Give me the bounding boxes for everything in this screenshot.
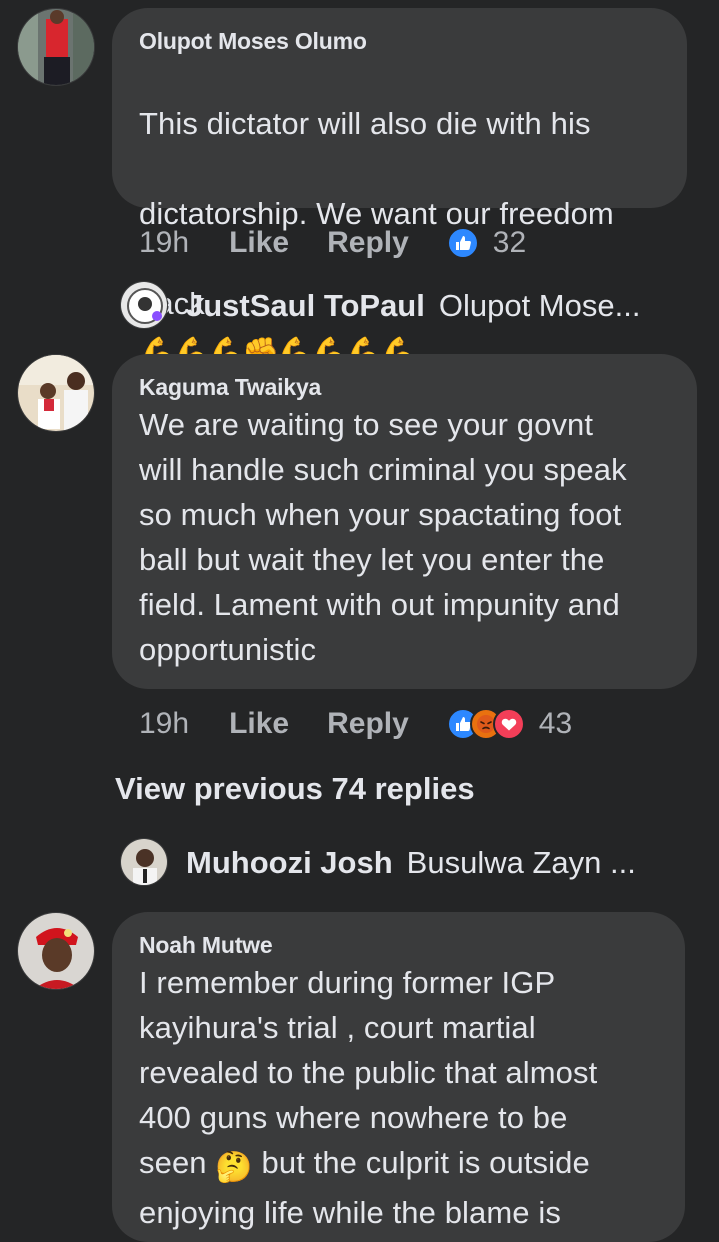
thinking-face-emoji: 🤔 xyxy=(215,1151,253,1184)
comment-time[interactable]: 19h xyxy=(139,707,189,741)
comment-bubble[interactable]: Noah Mutwe I remember during former IGP … xyxy=(112,912,685,1242)
reply-button[interactable]: Reply xyxy=(327,226,409,260)
comment-author[interactable]: Olupot Moses Olumo xyxy=(139,26,663,56)
reaction-icons[interactable] xyxy=(446,708,525,740)
reply-preview-text: Olupot Mose... xyxy=(438,288,641,323)
avatar-kaguma-twaikya[interactable] xyxy=(17,354,95,432)
comment-bubble[interactable]: Olupot Moses Olumo This dictator will al… xyxy=(112,8,687,370)
reply-preview-text: Busulwa Zayn ... xyxy=(406,845,636,880)
comment-time[interactable]: 19h xyxy=(139,226,189,260)
comment-bubble[interactable]: Kaguma Twaikya We are waiting to see you… xyxy=(112,354,697,689)
reply-author[interactable]: JustSaul ToPaul xyxy=(186,288,425,324)
comment-actions: 19h Like Reply 43 xyxy=(139,704,572,744)
reaction-icons[interactable] xyxy=(446,227,479,259)
comment-actions: 19h Like Reply 32 xyxy=(139,223,526,263)
comment-author[interactable]: Kaguma Twaikya xyxy=(139,372,673,402)
comment-text: We are waiting to see your govnt will ha… xyxy=(139,407,627,667)
comment-text-line: This dictator will also die with his xyxy=(139,106,591,141)
view-previous-replies-link[interactable]: View previous 74 replies xyxy=(115,771,475,807)
reaction-count[interactable]: 32 xyxy=(493,226,526,260)
avatar-muhoozi-josh[interactable] xyxy=(120,838,168,886)
like-button[interactable]: Like xyxy=(229,707,289,741)
heart-icon xyxy=(492,708,525,740)
comment-text: I remember during former IGP kayihura's … xyxy=(139,960,661,1235)
reaction-count[interactable]: 43 xyxy=(539,707,572,741)
avatar-justsaul-topaul[interactable] xyxy=(120,281,168,329)
reply-author[interactable]: Muhoozi Josh xyxy=(186,845,393,881)
like-button[interactable]: Like xyxy=(229,226,289,260)
reply-preview-row[interactable]: Muhoozi Josh Busulwa Zayn ... xyxy=(186,838,636,888)
reply-preview-row[interactable]: JustSaul ToPaul Olupot Mose... xyxy=(186,281,640,331)
avatar-olupot-moses[interactable] xyxy=(17,8,95,86)
thumbs-up-icon xyxy=(446,227,479,259)
comment-author[interactable]: Noah Mutwe xyxy=(139,930,661,960)
reply-button[interactable]: Reply xyxy=(327,707,409,741)
avatar-noah-mutwe[interactable] xyxy=(17,912,95,990)
